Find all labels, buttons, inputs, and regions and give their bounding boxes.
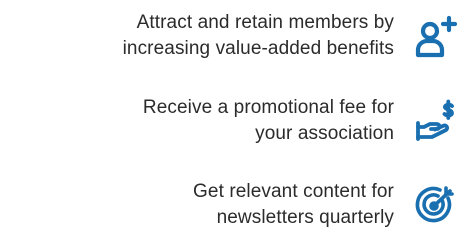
benefit-text: Receive a promotional fee for your assoc… (143, 95, 394, 147)
benefit-text-line: your association (255, 123, 394, 144)
add-user-icon (414, 14, 458, 58)
benefit-text-line: newsletters quarterly (216, 207, 394, 228)
benefit-text-line: Attract and retain members by (136, 12, 394, 33)
benefit-item-content: Get relevant content for newsletters qua… (193, 177, 458, 233)
hand-dollar-icon (414, 99, 458, 143)
benefit-text: Attract and retain members by increasing… (123, 10, 394, 62)
benefit-text-line: Receive a promotional fee for (142, 97, 394, 118)
benefit-text-line: Get relevant content for (193, 181, 394, 202)
benefit-text-line: increasing value-added benefits (122, 38, 394, 59)
benefit-item-members: Attract and retain members by increasing… (123, 8, 458, 64)
target-icon (414, 183, 458, 227)
benefit-text: Get relevant content for newsletters qua… (193, 179, 394, 231)
benefit-item-promotional-fee: Receive a promotional fee for your assoc… (143, 93, 458, 149)
